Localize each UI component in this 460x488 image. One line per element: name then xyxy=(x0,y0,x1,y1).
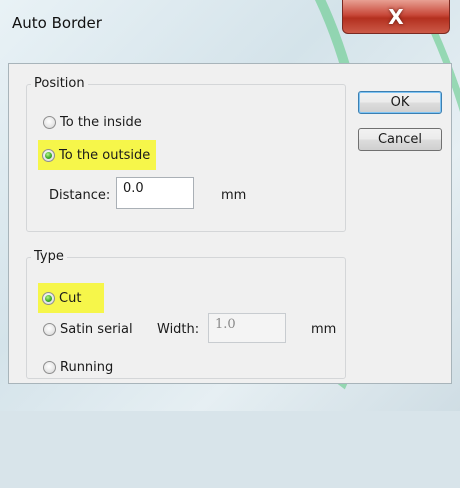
radio-label: Cut xyxy=(59,290,82,306)
width-label: Width: xyxy=(157,322,200,337)
close-button[interactable]: X xyxy=(342,0,450,34)
radio-label: To the inside xyxy=(60,114,142,130)
radio-satin-serial[interactable]: Satin serial xyxy=(39,316,139,342)
window-title: Auto Border xyxy=(12,14,102,32)
radio-button-selected-icon xyxy=(42,291,55,305)
width-unit: mm xyxy=(311,322,337,337)
distance-label: Distance: xyxy=(49,188,111,203)
cancel-button[interactable]: Cancel xyxy=(358,128,442,151)
radio-to-the-outside[interactable]: To the outside xyxy=(38,140,157,170)
ok-button[interactable]: OK xyxy=(358,91,442,114)
radio-button-icon xyxy=(43,115,56,129)
radio-to-the-inside[interactable]: To the inside xyxy=(39,109,148,135)
distance-unit: mm xyxy=(221,188,247,203)
radio-label: Running xyxy=(60,359,114,375)
type-group-label: Type xyxy=(31,249,67,264)
radio-button-icon xyxy=(43,360,56,374)
radio-button-icon xyxy=(43,322,56,336)
radio-label: To the outside xyxy=(59,147,151,163)
radio-running[interactable]: Running xyxy=(39,354,119,380)
dialog-client-area: Position To the inside To the outside Di… xyxy=(8,63,452,384)
position-group-label: Position xyxy=(31,76,88,91)
close-icon: X xyxy=(388,4,404,29)
radio-label: Satin serial xyxy=(60,321,133,337)
distance-input[interactable]: 0.0 xyxy=(116,177,194,209)
radio-cut[interactable]: Cut xyxy=(38,283,104,313)
width-input[interactable]: 1.0 xyxy=(208,313,286,343)
radio-button-selected-icon xyxy=(42,148,55,162)
